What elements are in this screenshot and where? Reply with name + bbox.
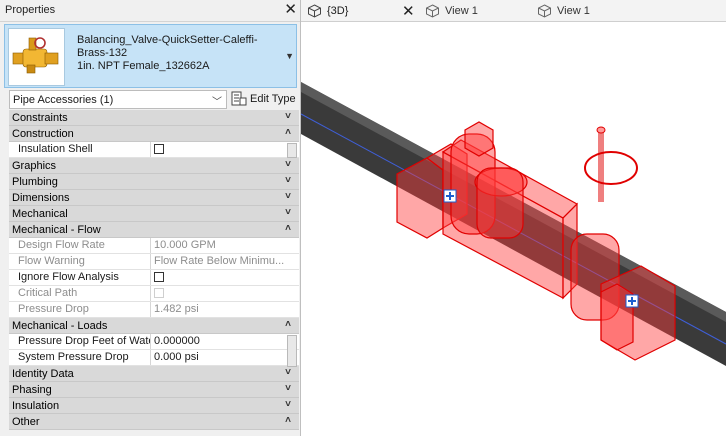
type-line-2: Brass-132 xyxy=(77,47,128,59)
scrollbar-thumb[interactable] xyxy=(287,143,297,158)
property-label: Critical Path xyxy=(9,286,151,301)
category-label: Constraints xyxy=(12,112,68,124)
category-header[interactable]: Phasing ˅ xyxy=(9,382,299,398)
category-header[interactable]: Insulation ˅ xyxy=(9,398,299,414)
tab-view-1[interactable]: View 1 xyxy=(419,0,529,22)
property-value-cell xyxy=(152,286,286,301)
type-name: Balancing_Valve-QuickSetter-Caleffi- Bra… xyxy=(77,34,258,73)
properties-title-bar: Properties ✕ xyxy=(0,0,300,22)
3d-view-icon xyxy=(307,4,322,21)
category-label: Mechanical - Loads xyxy=(12,320,108,332)
property-label: System Pressure Drop xyxy=(9,350,151,365)
valve-thumbnail xyxy=(8,28,65,86)
properties-title: Properties xyxy=(5,4,56,16)
property-row[interactable]: Pressure Drop Feet of Water 0.000000 xyxy=(9,334,299,350)
property-value: 10.000 GPM xyxy=(154,239,216,251)
checkbox[interactable] xyxy=(154,272,164,282)
property-value: 1.482 psi xyxy=(154,303,199,315)
property-value-cell xyxy=(152,142,286,157)
property-row: Critical Path xyxy=(9,286,299,302)
property-label: Insulation Shell xyxy=(9,142,151,157)
category-header[interactable]: Graphics ˅ xyxy=(9,158,299,174)
scrollbar-thumb[interactable] xyxy=(287,335,297,367)
property-value: Flow Rate Below Minimu... xyxy=(154,255,285,267)
category-label: Plumbing xyxy=(12,176,58,188)
3d-viewport[interactable] xyxy=(301,22,726,436)
category-header[interactable]: Mechanical - Loads ˄ xyxy=(9,318,299,334)
category-header[interactable]: Dimensions ˅ xyxy=(9,190,299,206)
tab-view-1[interactable]: View 1 xyxy=(531,0,641,22)
category-header[interactable]: Mechanical ˅ xyxy=(9,206,299,222)
category-label: Construction xyxy=(12,128,74,140)
category-header[interactable]: Constraints ˅ xyxy=(9,110,299,126)
checkbox[interactable] xyxy=(154,144,164,154)
property-value[interactable]: 0.000000 xyxy=(152,334,286,349)
view-tabs: {3D} ✕ View 1 View 1 xyxy=(301,0,726,22)
property-label: Flow Warning xyxy=(9,254,151,269)
category-header[interactable]: Mechanical - Flow ˄ xyxy=(9,222,299,238)
type-line-1: Balancing_Valve-QuickSetter-Caleffi- xyxy=(77,34,258,46)
filter-label: Pipe Accessories (1) xyxy=(13,94,114,106)
type-line-3: 1in. NPT Female_132662A xyxy=(77,60,210,72)
tab-label: {3D} xyxy=(327,5,349,17)
property-label: Design Flow Rate xyxy=(9,238,151,253)
category-header[interactable]: Construction ˄ xyxy=(9,126,299,142)
connector-grip-icon[interactable] xyxy=(443,189,457,203)
tab-label: View 1 xyxy=(445,5,478,17)
property-value[interactable]: 0.000 psi xyxy=(152,350,286,365)
dropdown-arrow-icon[interactable]: ▼ xyxy=(285,51,294,61)
category-label: Insulation xyxy=(12,400,60,412)
properties-scrollbar[interactable] xyxy=(287,126,297,436)
property-row[interactable]: System Pressure Drop 0.000 psi xyxy=(9,350,299,366)
category-label: Identity Data xyxy=(12,368,74,380)
instance-filter-dropdown[interactable]: Pipe Accessories (1) ﹀ xyxy=(9,90,227,109)
selected-valve[interactable] xyxy=(396,121,676,361)
model-canvas xyxy=(301,82,726,366)
category-label: Mechanical - Flow xyxy=(12,224,101,236)
property-row[interactable]: Ignore Flow Analysis xyxy=(9,270,299,286)
3d-view-icon xyxy=(537,4,552,21)
handle-ring xyxy=(584,151,638,185)
property-label: Pressure Drop Feet of Water xyxy=(9,334,151,349)
type-selector[interactable]: Balancing_Valve-QuickSetter-Caleffi- Bra… xyxy=(4,24,297,88)
3d-view-icon xyxy=(425,4,440,21)
handle-cap xyxy=(596,126,606,134)
chevron-down-icon: ﹀ xyxy=(212,97,222,108)
property-row: Design Flow Rate 10.000 GPM xyxy=(9,238,299,254)
properties-grid: Constraints ˅ Construction ˄ Insulation Shel… xyxy=(9,110,299,430)
edit-type-button[interactable]: Edit Type xyxy=(230,90,298,109)
category-header[interactable]: Plumbing ˅ xyxy=(9,174,299,190)
category-label: Other xyxy=(12,416,40,428)
property-row: Flow Warning Flow Rate Below Minimu... xyxy=(9,254,299,270)
tab-label: View 1 xyxy=(557,5,590,17)
category-header[interactable]: Identity Data ˅ xyxy=(9,366,299,382)
category-label: Phasing xyxy=(12,384,52,396)
category-label: Graphics xyxy=(12,160,57,172)
property-row[interactable]: Insulation Shell xyxy=(9,142,299,158)
checkbox xyxy=(154,288,164,298)
property-label: Pressure Drop xyxy=(9,302,151,317)
property-label: Ignore Flow Analysis xyxy=(9,270,151,285)
property-value-cell xyxy=(152,270,286,285)
edit-type-icon xyxy=(231,91,247,110)
close-icon[interactable]: ✕ xyxy=(402,2,415,20)
category-header[interactable]: Other ˄ xyxy=(9,414,299,430)
connector-grip-icon[interactable] xyxy=(625,294,639,308)
property-row: Pressure Drop 1.482 psi xyxy=(9,302,299,318)
edit-type-label: Edit Type xyxy=(250,93,296,105)
expand-chevron-icon[interactable]: ˅ xyxy=(285,111,291,122)
properties-palette: Properties ✕ Balancing_Valve-QuickSetter… xyxy=(0,0,301,436)
category-label: Dimensions xyxy=(12,192,70,204)
tab-3d[interactable]: {3D} ✕ xyxy=(301,0,421,22)
category-label: Mechanical xyxy=(12,208,68,220)
close-icon[interactable]: ✕ xyxy=(284,1,297,19)
filter-row: Pipe Accessories (1) ﹀ Edit Type xyxy=(0,90,300,110)
